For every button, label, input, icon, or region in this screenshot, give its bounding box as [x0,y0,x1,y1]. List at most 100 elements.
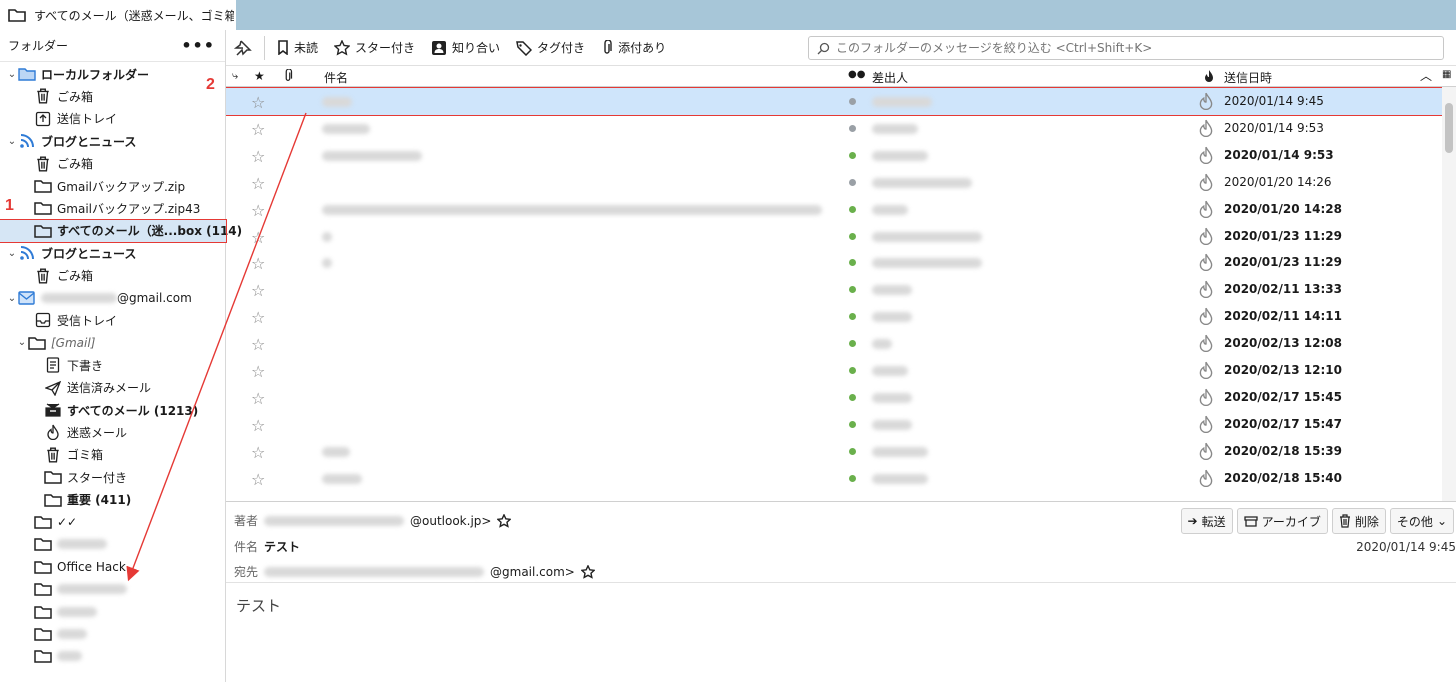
contacts-filter-button[interactable]: 知り合い [423,35,508,61]
junk-status-icon[interactable] [1198,388,1214,406]
message-row[interactable]: ☆ 2020/01/20 14:26 [226,169,1442,196]
star-toggle-icon[interactable]: ☆ [251,147,265,166]
junk-status-icon[interactable] [1198,253,1214,272]
folder-item[interactable] [0,645,226,667]
message-row[interactable]: ☆ 2020/02/11 13:33 [226,276,1442,303]
star-toggle-icon[interactable]: ☆ [251,308,265,327]
folder-item[interactable] [0,601,226,623]
message-row[interactable]: ☆ 2020/02/13 12:08 [226,330,1442,357]
folder-item[interactable]: ごみ箱 [0,265,226,287]
quick-filter-input[interactable] [836,41,1426,55]
star-toggle-icon[interactable]: ☆ [251,174,265,193]
tagged-filter-button[interactable]: タグ付き [508,35,593,61]
folder-item[interactable]: ごみ箱 [0,85,226,107]
junk-status-icon[interactable] [1198,92,1214,110]
folder-item[interactable]: ⌄ @gmail.com [0,287,226,309]
folder-item[interactable]: ✓✓ [0,511,226,533]
star-toggle-icon[interactable]: ☆ [251,93,265,112]
star-toggle-icon[interactable]: ☆ [251,416,265,435]
folder-item[interactable]: 下書き [0,354,226,376]
to-address[interactable]: @gmail.com> [490,565,575,579]
star-toggle-icon[interactable]: ☆ [251,389,265,408]
folder-item[interactable]: 送信済みメール [0,377,226,399]
message-row[interactable]: ☆ 2020/01/14 9:53 [226,142,1442,169]
column-picker-icon[interactable]: ▦ [1442,69,1451,80]
read-status-dot[interactable] [849,178,856,186]
message-row[interactable]: ☆ 2020/01/14 9:53 [226,115,1442,142]
attachment-column-icon[interactable] [282,69,294,83]
folder-item[interactable]: ゴミ箱 [0,444,226,466]
attachment-filter-button[interactable]: 添付あり [593,35,674,61]
more-options-icon[interactable]: ••• [181,36,215,55]
read-status-dot[interactable] [849,286,856,294]
twisty-chevron-icon[interactable]: ⌄ [6,248,18,259]
read-status-dot[interactable] [849,313,856,321]
folder-item[interactable]: Gmailバックアップ.zip43 [0,197,226,219]
folder-item[interactable]: 重要 (411) [0,489,226,511]
read-status-dot[interactable] [849,232,856,240]
read-status-dot[interactable] [849,151,856,159]
junk-column-icon[interactable] [1204,70,1214,82]
folder-item[interactable] [0,578,226,600]
star-icon[interactable] [497,513,512,528]
folder-item[interactable]: ごみ箱 [0,153,226,175]
quick-filter-search[interactable] [808,36,1444,60]
message-row[interactable]: ☆ 2020/02/17 15:47 [226,411,1442,438]
folder-item[interactable]: ⌄ [Gmail] [0,332,226,354]
twisty-chevron-icon[interactable]: ⌄ [6,293,18,304]
folder-item[interactable]: ⌄ ブログとニュース [0,242,226,264]
message-row[interactable]: ☆ 2020/02/18 15:39 [226,438,1442,465]
message-row[interactable]: ☆ 2020/02/11 14:11 [226,303,1442,330]
message-row[interactable]: ☆ 2020/01/20 14:28 [226,196,1442,223]
junk-status-icon[interactable] [1198,200,1214,218]
folder-item[interactable]: すべてのメール（迷...box (114) [0,218,242,243]
junk-status-icon[interactable] [1198,146,1214,164]
folder-item[interactable]: 迷惑メール [0,421,226,443]
junk-status-icon[interactable] [1198,280,1214,299]
message-list-scrollbar[interactable] [1442,87,1456,501]
star-toggle-icon[interactable]: ☆ [251,281,265,300]
tab-all-mail[interactable]: すべてのメール（迷惑メール、ゴミ箱( [0,0,236,30]
message-row[interactable]: ☆ 2020/01/23 11:29 [226,223,1442,250]
read-status-dot[interactable] [849,420,856,428]
folder-item[interactable]: Office Hack [0,556,226,578]
folder-item[interactable]: Gmailバックアップ.zip [0,175,226,197]
junk-status-icon[interactable] [1198,442,1214,460]
message-row[interactable]: ☆ 2020/02/17 15:45 [226,384,1442,411]
twisty-chevron-icon[interactable]: ⌄ [16,337,28,348]
folder-item[interactable]: ⌄ ローカルフォルダー [0,63,226,85]
junk-status-icon[interactable] [1198,173,1214,191]
read-status-dot[interactable] [849,259,856,267]
read-status-dot[interactable] [849,124,856,132]
junk-status-icon[interactable] [1198,307,1214,326]
read-status-dot[interactable] [849,367,856,374]
star-column-icon[interactable]: ★ [254,69,265,83]
folder-item[interactable] [0,533,226,555]
star-toggle-icon[interactable]: ☆ [251,120,265,139]
junk-status-icon[interactable] [1198,361,1214,379]
junk-status-icon[interactable] [1198,334,1214,353]
archive-button[interactable]: アーカイブ [1236,508,1328,534]
star-icon[interactable] [580,564,595,579]
star-toggle-icon[interactable]: ☆ [251,254,265,273]
star-toggle-icon[interactable]: ☆ [251,201,265,220]
from-address[interactable]: @outlook.jp> [410,514,491,528]
read-status-dot[interactable] [849,393,856,401]
folder-item[interactable] [0,623,226,645]
read-status-dot[interactable] [849,447,856,455]
read-status-dot[interactable] [849,340,856,348]
message-row[interactable]: ☆ 2020/01/23 11:29 [226,249,1442,276]
read-status-column-icon[interactable]: ●● [848,69,865,80]
twisty-chevron-icon[interactable]: ⌄ [6,69,18,80]
junk-status-icon[interactable] [1198,469,1214,487]
other-actions-button[interactable]: その他 ⌄ [1389,508,1454,534]
date-column-header[interactable]: 送信日時 [1224,69,1272,86]
star-toggle-icon[interactable]: ☆ [251,335,265,354]
folder-item[interactable]: ⌄ ブログとニュース [0,130,226,152]
message-row[interactable]: ☆ 2020/02/13 12:10 [226,357,1442,384]
unread-filter-button[interactable]: 未読 [269,35,326,61]
message-row[interactable]: ☆ 2020/01/14 9:45 [226,87,1442,116]
star-toggle-icon[interactable]: ☆ [251,362,265,381]
star-toggle-icon[interactable]: ☆ [251,228,265,247]
starred-filter-button[interactable]: スター付き [326,35,423,61]
